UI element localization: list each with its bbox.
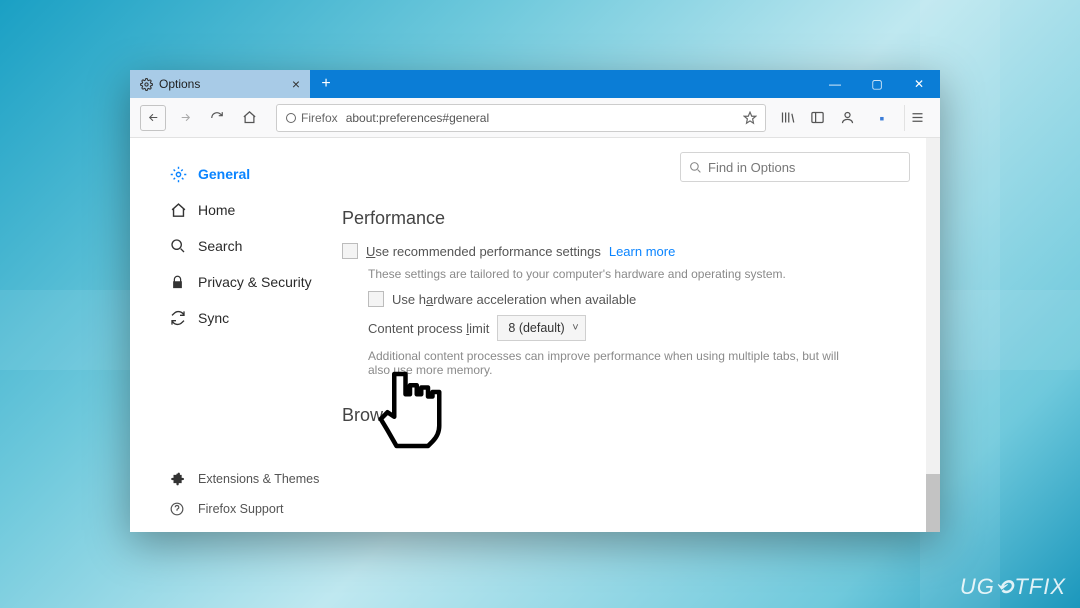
sidebar-item-label: Extensions & Themes [198, 472, 319, 486]
sidebar-item-support[interactable]: Firefox Support [170, 494, 338, 524]
tab-close-icon[interactable]: × [292, 76, 300, 92]
checkbox-hardware-accel[interactable] [368, 291, 384, 307]
puzzle-icon [170, 472, 188, 486]
search-icon [689, 161, 702, 174]
sidebar-item-general[interactable]: General [170, 156, 338, 192]
back-button[interactable] [140, 105, 166, 131]
sidebar-item-label: Search [198, 238, 242, 254]
sidebar-item-extensions[interactable]: Extensions & Themes [170, 464, 338, 494]
url-prefix: Firefox [301, 111, 338, 125]
firefox-icon [285, 112, 297, 124]
section-title-performance: Performance [342, 208, 910, 229]
home-icon [170, 202, 188, 219]
sidebar-toggle-icon[interactable] [810, 110, 834, 125]
window-minimize[interactable]: — [814, 70, 856, 98]
sidebar: General Home Search Privacy & Security [130, 138, 338, 532]
tab-title: Options [159, 77, 200, 91]
checkbox-recommended[interactable] [342, 243, 358, 259]
gear-icon [170, 166, 188, 183]
opt-process-limit: Content process limit 8 (default) [368, 315, 910, 341]
hamburger-menu[interactable] [904, 105, 930, 131]
reload-button[interactable] [204, 105, 230, 131]
sidebar-item-search[interactable]: Search [170, 228, 338, 264]
section-title-browsing: Browsing [342, 405, 910, 426]
account-icon[interactable] [840, 110, 864, 125]
sidebar-item-privacy[interactable]: Privacy & Security [170, 264, 338, 300]
lock-icon [170, 275, 188, 290]
extension-icon[interactable]: ▪ [870, 110, 894, 126]
label-hardware-accel: Use hardware acceleration when available [392, 292, 636, 307]
new-tab-button[interactable]: + [310, 70, 342, 98]
scrollbar[interactable] [926, 138, 940, 532]
scrollbar-thumb[interactable] [926, 474, 940, 532]
sidebar-item-label: General [198, 166, 250, 182]
bookmark-star-icon[interactable] [743, 111, 757, 125]
tab-options[interactable]: Options × [130, 70, 310, 98]
sidebar-item-home[interactable]: Home [170, 192, 338, 228]
url-bar[interactable]: Firefox about:preferences#general [276, 104, 766, 132]
search-icon [170, 238, 188, 254]
url-text: about:preferences#general [346, 111, 489, 125]
text-recommended-desc: These settings are tailored to your comp… [368, 267, 910, 281]
sidebar-item-label: Home [198, 202, 235, 218]
main-panel: Find in Options Performance Use recommen… [338, 138, 940, 532]
sidebar-item-label: Firefox Support [198, 502, 283, 516]
home-button[interactable] [236, 105, 262, 131]
label-process-limit: Content process limit [368, 321, 489, 336]
titlebar: Options × + — ▢ ✕ [130, 70, 940, 98]
learn-more-link[interactable]: Learn more [609, 244, 675, 259]
search-placeholder: Find in Options [708, 160, 795, 175]
watermark: UG⟲TFIX [960, 574, 1066, 600]
window-maximize[interactable]: ▢ [856, 70, 898, 98]
opt-hardware-accel[interactable]: Use hardware acceleration when available [368, 291, 910, 307]
firefox-window: Options × + — ▢ ✕ Firefox about:prefe [130, 70, 940, 532]
sidebar-item-label: Privacy & Security [198, 274, 312, 290]
select-process-limit[interactable]: 8 (default) [497, 315, 585, 341]
window-close[interactable]: ✕ [898, 70, 940, 98]
label-recommended: Use recommended performance settings [366, 244, 601, 259]
sync-icon [170, 310, 188, 326]
library-icon[interactable] [780, 110, 804, 125]
navbar: Firefox about:preferences#general ▪ [130, 98, 940, 138]
text-process-desc: Additional content processes can improve… [368, 349, 848, 377]
sidebar-item-label: Sync [198, 310, 229, 326]
sidebar-item-sync[interactable]: Sync [170, 300, 338, 336]
gear-icon [140, 78, 153, 91]
opt-recommended-settings[interactable]: Use recommended performance settings Lea… [342, 243, 910, 259]
forward-button[interactable] [172, 105, 198, 131]
help-icon [170, 502, 188, 516]
search-input[interactable]: Find in Options [680, 152, 910, 182]
